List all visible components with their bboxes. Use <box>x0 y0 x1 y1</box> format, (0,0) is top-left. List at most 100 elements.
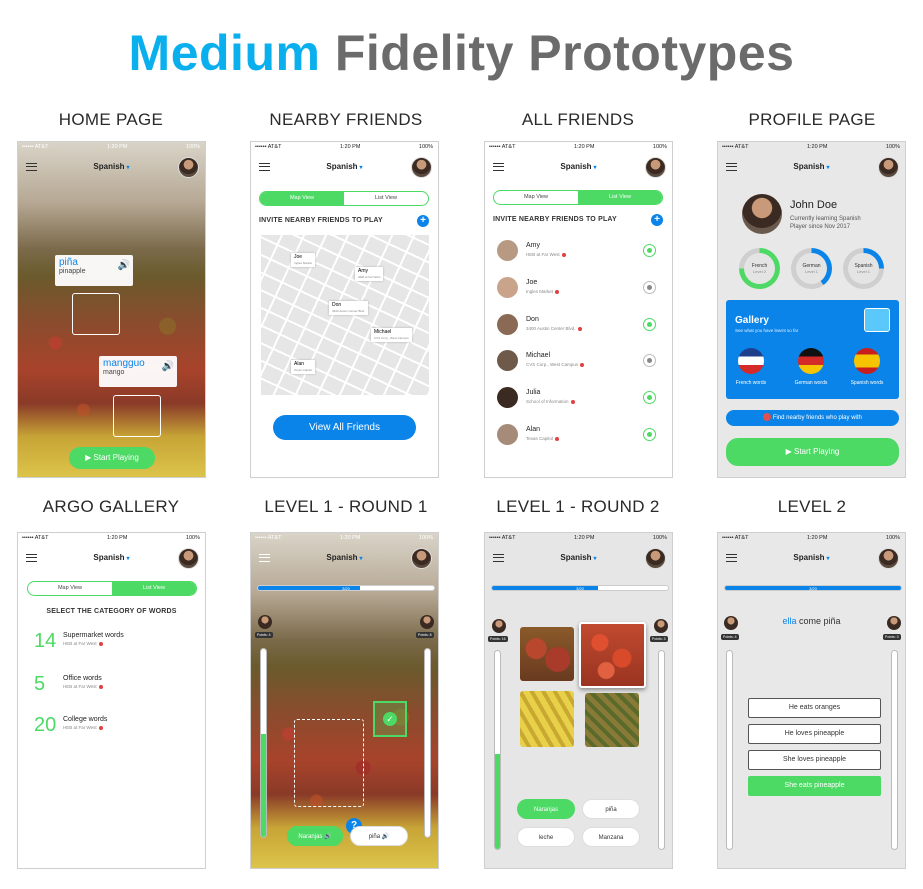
avatar[interactable] <box>178 157 199 178</box>
image-option-banana[interactable] <box>520 691 574 747</box>
list-item[interactable]: Alan Texas Capitol <box>497 422 660 448</box>
round-progress-bar: 3/20 <box>257 585 435 591</box>
image-option-pineapple[interactable] <box>585 693 639 747</box>
answer-button-leche[interactable]: leche <box>517 827 575 847</box>
tab-map-view[interactable]: Map View <box>494 191 578 204</box>
find-friends-button[interactable]: Find nearby friends who play with <box>726 410 899 426</box>
language-selector[interactable]: Spanish ▾ <box>485 162 672 171</box>
answer-option[interactable]: He loves pineapple <box>748 724 881 744</box>
player-avatar <box>258 615 272 629</box>
language-selector[interactable]: Spanish ▾ <box>18 553 205 562</box>
language-selector[interactable]: Spanish ▾ <box>718 553 905 562</box>
section-heading: INVITE NEARBY FRIENDS TO PLAY <box>493 216 617 223</box>
map-pin-don[interactable]: Don 3400 Austin Center Blvd. <box>329 301 369 315</box>
player-score-bar <box>726 650 733 850</box>
avatar <box>497 277 518 298</box>
nav-bar: Spanish ▾ <box>718 544 905 572</box>
avatar <box>497 240 518 261</box>
invite-toggle[interactable] <box>643 318 656 331</box>
location-pin-icon <box>763 413 772 422</box>
tab-list-view[interactable]: List View <box>344 192 428 205</box>
speaker-icon[interactable]: 🔊 <box>162 361 174 372</box>
invite-toggle[interactable] <box>643 354 656 367</box>
highlighted-word: ella <box>782 616 797 626</box>
section-heading: INVITE NEARBY FRIENDS TO PLAY <box>259 217 383 224</box>
avatar[interactable] <box>411 548 432 569</box>
label-level2: LEVEL 2 <box>777 497 847 516</box>
chevron-down-icon: ▾ <box>126 556 130 562</box>
answer-button-naranjas[interactable]: Naranjas 🔊 <box>287 826 343 846</box>
avatar[interactable] <box>645 157 666 178</box>
language-selector[interactable]: Spanish ▾ <box>718 162 905 171</box>
add-friend-button[interactable]: + <box>651 214 663 226</box>
list-item[interactable]: Joe Ingles Market <box>497 275 660 301</box>
friends-map[interactable]: Joe Inglés Market Amy HEB at Far West Don 3… <box>261 235 429 395</box>
player-score-bar <box>494 650 501 850</box>
all-friends-screen: •••••• AT&T 1:20 PM 100% Spanish ▾ Map View… <box>484 141 673 478</box>
language-selector[interactable]: Spanish ▾ <box>18 162 205 171</box>
location-pin-icon <box>98 641 103 646</box>
flag-icon-german[interactable] <box>798 348 824 374</box>
image-option-mango[interactable] <box>520 627 574 681</box>
list-item[interactable]: Michael CVS Corp., West Campus <box>497 348 660 374</box>
word-card-pina[interactable]: piña pinapple 🔊 <box>55 255 133 286</box>
scan-frame <box>294 719 364 807</box>
status-bar: •••••• AT&T 1:20 PM 100% <box>489 535 667 541</box>
flag-icon-french[interactable] <box>738 348 764 374</box>
opponent-score-bar <box>891 650 898 850</box>
status-bar: •••••• AT&T 1:20 PM 100% <box>722 144 900 150</box>
avatar[interactable] <box>878 548 899 569</box>
list-item[interactable]: Julia School of Information <box>497 385 660 411</box>
image-option-oranges[interactable] <box>579 622 646 688</box>
language-selector[interactable]: Spanish ▾ <box>485 553 672 562</box>
answer-button-manzana[interactable]: Manzana <box>582 827 640 847</box>
gallery-card[interactable]: Gallery See what you have learnt so far … <box>726 300 899 399</box>
speaker-icon[interactable]: 🔊 <box>118 260 130 271</box>
location-pin-icon <box>98 725 103 730</box>
gallery-subtitle: See what you have learnt so far <box>735 328 799 333</box>
answer-button-naranjas[interactable]: Naranjas <box>517 799 575 819</box>
invite-toggle[interactable] <box>643 428 656 441</box>
answer-option-selected[interactable]: She eats pineapple <box>748 776 881 796</box>
map-pin-michael[interactable]: Michael CVS Corp., West Campus <box>371 328 412 342</box>
list-item[interactable]: Don 3400 Austin Center Blvd. <box>497 312 660 338</box>
add-friend-button[interactable]: + <box>417 215 429 227</box>
word-card-mango[interactable]: mangguo mango 🔊 <box>99 356 177 387</box>
opponent-avatar <box>420 615 434 629</box>
map-pin-joe[interactable]: Joe Inglés Market <box>291 253 316 267</box>
answer-button-pina[interactable]: piña <box>582 799 640 819</box>
map-pin-amy[interactable]: Amy HEB at Far West <box>355 267 384 281</box>
answer-option[interactable]: He eats oranges <box>748 698 881 718</box>
answer-button-pina[interactable]: piña 🔊 <box>350 826 408 846</box>
invite-toggle[interactable] <box>643 391 656 404</box>
tab-map-view[interactable]: Map View <box>260 192 344 205</box>
invite-toggle[interactable] <box>643 244 656 257</box>
points-left: Points: 4 <box>721 634 739 640</box>
location-pin-icon <box>577 326 582 331</box>
view-toggle: Map View List View <box>259 191 429 206</box>
language-selector[interactable]: Spanish ▾ <box>251 553 438 562</box>
start-playing-button[interactable]: ▶ Start Playing <box>726 438 899 466</box>
section-heading: SELECT THE CATEGORY OF WORDS <box>46 608 177 615</box>
tab-list-view[interactable]: List View <box>112 582 196 595</box>
invite-toggle[interactable] <box>643 281 656 294</box>
language-selector[interactable]: Spanish ▾ <box>251 162 438 171</box>
level1-round1-screen: •••••• AT&T 1:20 PM 100% Spanish ▾ 3/20 Poi… <box>250 532 439 869</box>
list-item[interactable]: Amy HEB at Far West <box>497 238 660 264</box>
tab-list-view[interactable]: List View <box>578 191 662 204</box>
status-bar: •••••• AT&T 1:20 PM 100% <box>722 535 900 541</box>
tab-map-view[interactable]: Map View <box>28 582 112 595</box>
flag-icon-spanish[interactable] <box>854 348 880 374</box>
map-pin-alan[interactable]: Alan Texas Capitol <box>291 360 316 374</box>
location-pin-icon <box>561 252 566 257</box>
avatar[interactable] <box>878 157 899 178</box>
answer-option[interactable]: She loves pineapple <box>748 750 881 770</box>
view-all-friends-button[interactable]: View All Friends <box>273 415 416 440</box>
start-playing-button[interactable]: ▶ Start Playing <box>69 447 155 469</box>
scan-frame <box>72 293 120 335</box>
avatar[interactable] <box>645 548 666 569</box>
avatar[interactable] <box>178 548 199 569</box>
avatar[interactable] <box>411 157 432 178</box>
player-score-bar <box>260 648 267 838</box>
target-frame[interactable]: ✓ <box>373 701 407 737</box>
